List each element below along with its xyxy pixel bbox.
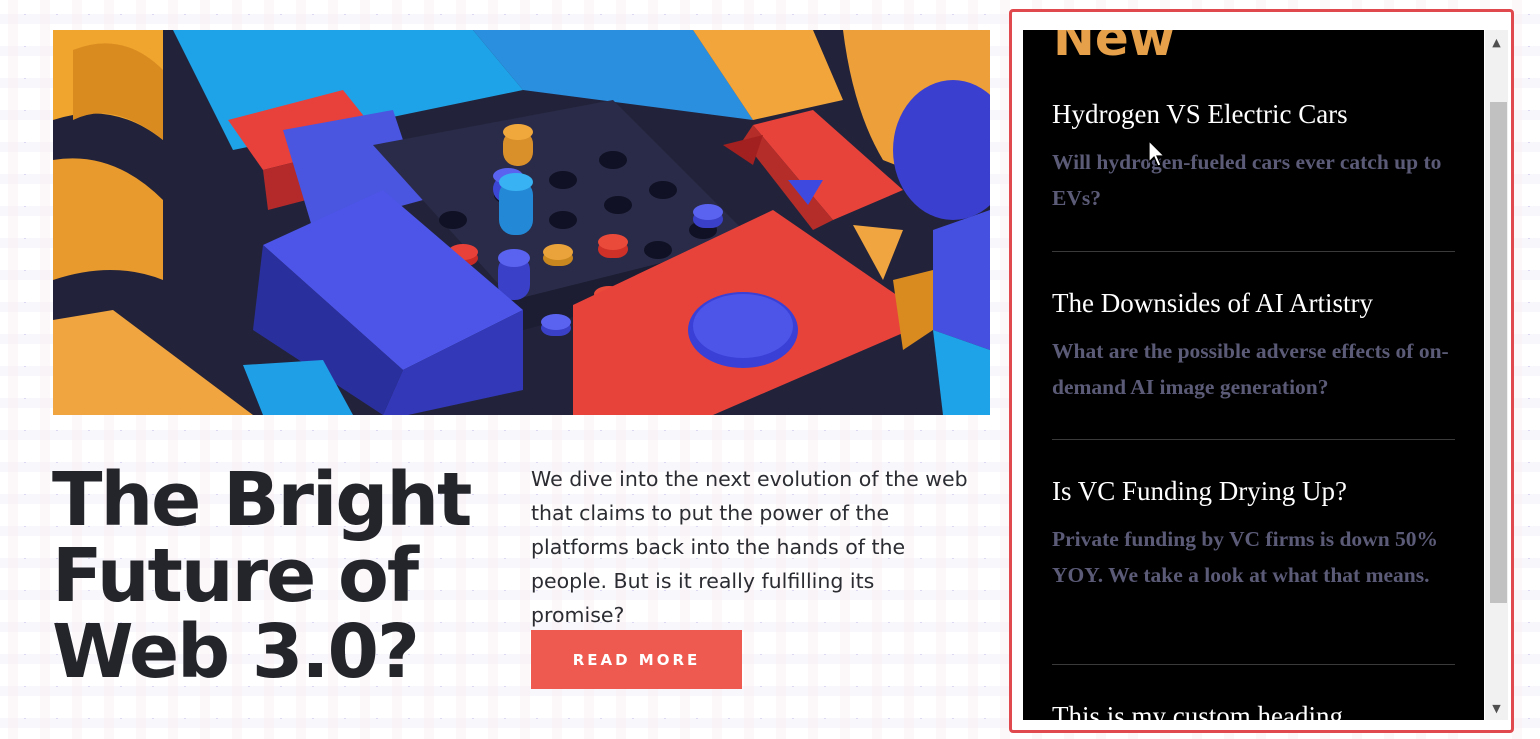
- post-description: What are the possible adverse effects of…: [1052, 339, 1449, 399]
- sidebar-panel[interactable]: New Hydrogen VS Electric Cars Will hydro…: [1023, 30, 1484, 720]
- post-title[interactable]: Is VC Funding Drying Up?: [1052, 475, 1455, 507]
- mouse-pointer-icon: [1148, 140, 1166, 167]
- article-blurb: We dive into the next evolution of the w…: [531, 467, 968, 627]
- hero-image: [53, 30, 990, 415]
- post-divider: [1052, 439, 1455, 440]
- sidebar-post[interactable]: Is VC Funding Drying Up? Private funding…: [1052, 475, 1455, 593]
- post-title[interactable]: This is my custom heading: [1052, 700, 1455, 720]
- arrow-down-icon[interactable]: ▼: [1485, 696, 1508, 720]
- post-title[interactable]: The Downsides of AI Artistry: [1052, 287, 1455, 319]
- sidebar-post[interactable]: This is my custom heading: [1052, 700, 1455, 720]
- post-description: Private funding by VC firms is down 50% …: [1052, 527, 1439, 587]
- arrow-up-icon[interactable]: ▲: [1485, 30, 1508, 54]
- sidebar-scrollbar[interactable]: ▲ ▼: [1485, 30, 1508, 720]
- post-divider: [1052, 251, 1455, 252]
- sidebar-title: New: [1053, 30, 1175, 67]
- post-divider: [1052, 664, 1455, 665]
- post-title[interactable]: Hydrogen VS Electric Cars: [1052, 98, 1455, 130]
- sidebar-post[interactable]: The Downsides of AI Artistry What are th…: [1052, 287, 1455, 405]
- page: The Bright Future of Web 3.0? We dive in…: [0, 0, 1540, 739]
- sidebar-post[interactable]: Hydrogen VS Electric Cars Will hydrogen-…: [1052, 98, 1455, 216]
- article-headline: The Bright Future of Web 3.0?: [52, 457, 472, 695]
- scrollbar-thumb[interactable]: [1490, 102, 1507, 603]
- read-more-button[interactable]: READ MORE: [531, 630, 742, 689]
- post-description: Will hydrogen-fueled cars ever catch up …: [1052, 150, 1442, 210]
